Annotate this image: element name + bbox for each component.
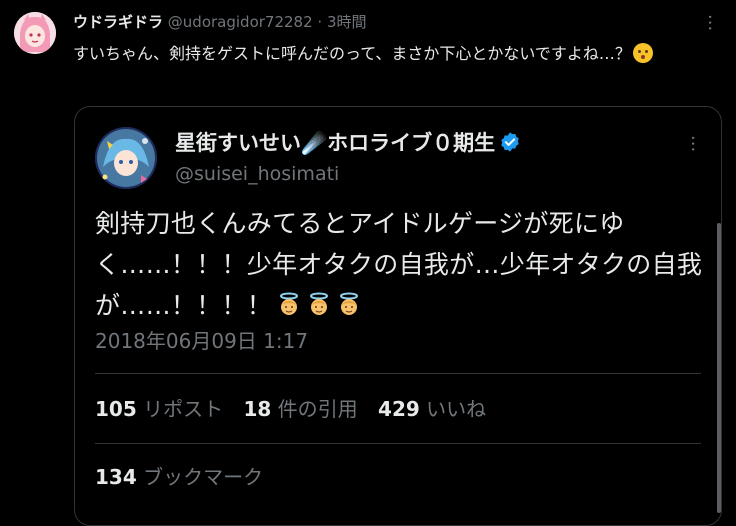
divider [95,373,701,374]
bookmark-stat[interactable]: 134 ブックマーク [95,463,263,491]
engagement-stats: 105 リポスト 18 件の引用 429 いいね [95,395,500,423]
angel-emoji [306,289,332,315]
angel-emoji [276,289,302,315]
divider [95,443,701,444]
meta-separator: · [317,13,323,31]
post-text: すいちゃん、剣持をゲストに呼んだのって、まさか下心とかないですよね…？ [73,41,693,67]
quote-author-name: 星街すいせい☄️ホロライブ０期生 [175,131,496,155]
repost-label: リポスト [143,397,224,421]
scrollbar[interactable] [717,223,721,513]
verified-badge-icon [501,132,519,152]
quote-count: 18 [243,397,272,421]
quote-timestamp[interactable]: 2018年06月09日 1:17 [95,327,308,355]
more-dots-icon[interactable]: ··· [681,135,703,152]
quote-stat[interactable]: 18 件の引用 [243,397,371,421]
bookmark-count: 134 [95,465,137,489]
post-time[interactable]: 3時間 [327,13,367,31]
quote-avatar[interactable] [95,127,157,189]
like-stat[interactable]: 429 いいね [378,397,500,421]
author-name[interactable]: ウドラギドラ [73,13,163,31]
avatar[interactable] [14,12,56,54]
quote-text-content: 剣持刀也くんみてるとアイドルゲージが死にゆく……！！！少年オタクの自我が…少年オ… [95,209,703,320]
quoted-post-card[interactable]: 星街すいせい☄️ホロライブ０期生 @suisei_hosimati ··· 剣持… [74,106,722,526]
post-text-content: すいちゃん、剣持をゲストに呼んだのって、まさか下心とかないですよね…？ [73,44,631,63]
more-dots-icon[interactable]: ··· [698,12,720,34]
like-count: 429 [378,397,420,421]
repost-count: 105 [95,397,137,421]
author-handle[interactable]: @udoragidor72282 [168,13,313,31]
repost-stat[interactable]: 105 リポスト [95,397,237,421]
post-header: ウドラギドラ @udoragidor72282 · 3時間 [73,12,367,32]
angel-emoji [336,289,362,315]
hushed-face-emoji [632,43,653,63]
bookmark-label: ブックマーク [143,465,264,489]
quote-handle[interactable]: @suisei_hosimati [175,161,339,187]
quote-author[interactable]: 星街すいせい☄️ホロライブ０期生 [175,129,521,157]
like-label: いいね [426,397,487,421]
quote-text: 剣持刀也くんみてるとアイドルゲージが死にゆく……！！！少年オタクの自我が…少年オ… [95,203,705,326]
quote-label: 件の引用 [277,397,358,421]
